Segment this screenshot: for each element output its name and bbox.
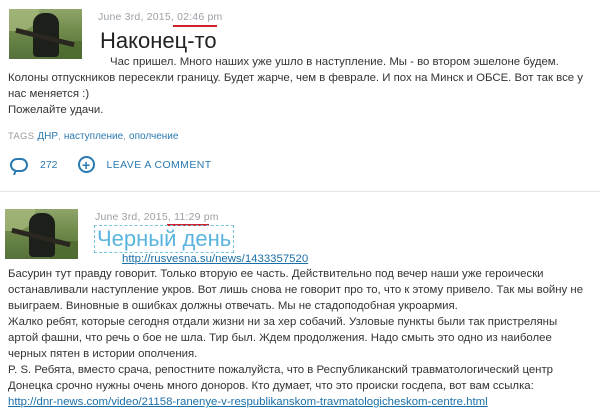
leave-comment-link[interactable]: LEAVE A COMMENT <box>107 159 212 171</box>
post-line: черных пятен в истории ополчения. <box>8 348 198 360</box>
post-line: Басурин тут правду говорит. Только втору… <box>8 268 544 280</box>
comment-icon[interactable] <box>10 157 28 172</box>
post-time[interactable]: 11:29 pm <box>174 211 219 223</box>
tag-link[interactable]: ополчение <box>129 131 178 142</box>
author-avatar[interactable] <box>5 209 78 259</box>
post-time[interactable]: 02:46 pm <box>177 11 222 23</box>
tags-label: TAGS <box>8 131 35 142</box>
post-line: выиграем. Виновные в ошибках должны отве… <box>8 300 458 312</box>
post-line: Жалко ребят, которые сегодня отдали жизн… <box>8 316 558 328</box>
post-date-text: June 3rd, 2015, <box>95 211 171 223</box>
add-comment-icon[interactable]: + <box>77 156 95 173</box>
post-body: Час пришел. Много наших уже ушло в насту… <box>8 54 593 118</box>
post-line: P. S. Ребята, вместо срача, репостните п… <box>8 364 554 376</box>
post-line: Час пришел. Много наших уже ушло в насту… <box>110 56 559 68</box>
post-line: Донецка срочно нужны очень много доноров… <box>8 380 534 392</box>
post-2: June 3rd, 2015, 11:29 pm Черный день htt… <box>0 200 600 412</box>
author-avatar[interactable] <box>9 9 82 59</box>
post-title[interactable]: Черный день <box>93 225 235 253</box>
post-line: Колоны отпускников пересекли границу. Бу… <box>8 72 583 84</box>
post-1: June 3rd, 2015, 02:46 pm Наконец-то Час … <box>0 0 600 200</box>
comments-count[interactable]: 272 <box>40 159 58 171</box>
post-date: June 3rd, 2015, 11:29 pm <box>95 211 219 223</box>
tag-link[interactable]: ДНР <box>37 131 58 142</box>
post-line: останавливали наступление укров. Вот лиш… <box>8 284 584 296</box>
tags-row: TAGS ДНР, наступление, ополчение <box>8 131 179 142</box>
post-line: Пожелайте удачи. <box>8 104 104 116</box>
tag-link[interactable]: наступление <box>64 131 123 142</box>
post-actions: 272 + LEAVE A COMMENT <box>10 156 212 173</box>
post-title[interactable]: Наконец-то <box>100 28 217 54</box>
donor-link[interactable]: http://dnr-news.com/video/21158-ranenye-… <box>8 396 488 408</box>
post-divider <box>0 191 600 192</box>
source-link[interactable]: http://rusvesna.su/news/1433357520 <box>122 253 308 265</box>
post-date: June 3rd, 2015, 02:46 pm <box>98 11 223 23</box>
post-line: артой фашни, что речь о бое не шла. Тир … <box>8 332 552 344</box>
post-line: нас меняется :) <box>8 88 90 100</box>
post-body: Басурин тут правду говорит. Только втору… <box>8 266 593 410</box>
time-highlight <box>173 25 217 27</box>
post-date-text: June 3rd, 2015, <box>98 11 174 23</box>
